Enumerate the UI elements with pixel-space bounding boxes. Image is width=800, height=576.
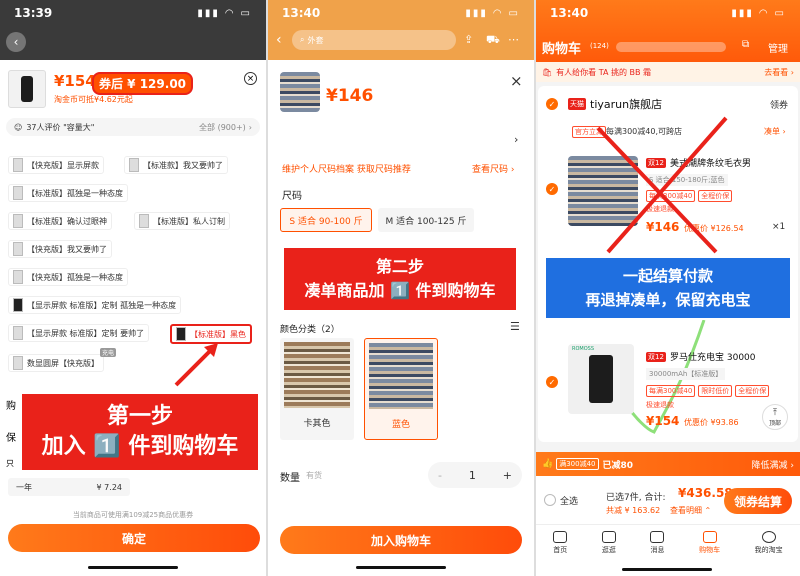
callout-subtitle: 凑单商品加 1️⃣ 件到购物车	[304, 281, 496, 300]
size-chart-link[interactable]: 查看尺码 ›	[472, 162, 514, 175]
chevron-right-icon: ›	[514, 133, 519, 146]
color-option-selected[interactable]: 蓝色	[364, 338, 438, 440]
checkout-button[interactable]: 领券结算	[724, 488, 792, 514]
size-option-selected[interactable]: S 适合 90-100 斤	[280, 208, 372, 232]
item-spec[interactable]: 30000mAh【标准版】	[646, 368, 726, 380]
callout-title: 第一步	[106, 404, 173, 429]
select-all-label[interactable]: 全选	[560, 494, 578, 507]
quantity-label: 数量	[280, 473, 300, 484]
thumb-up-icon: 👍	[542, 459, 554, 469]
size-label: 尺码	[282, 191, 302, 202]
saved-detail-link[interactable]: 查看明细 ⌃	[670, 505, 711, 516]
item-promo-tag: 全程价保	[735, 385, 770, 397]
item-tag: 双12	[646, 352, 666, 362]
back-to-top-label: 顶部	[768, 419, 781, 427]
price: ¥146	[326, 86, 374, 106]
size-option[interactable]: M 适合 100-125 斤	[378, 208, 474, 232]
item-extra: 极速退款	[646, 401, 674, 409]
add-to-cart-button[interactable]: 加入购物车	[280, 526, 522, 554]
item-title[interactable]: 罗马仕充电宝 30000	[670, 350, 756, 363]
item-discount-price: 优惠价 ¥93.86	[684, 418, 739, 427]
item-promo-tag: 每满300减40	[646, 385, 696, 397]
item-check-icon[interactable]: ✓	[546, 376, 558, 388]
home-indicator	[356, 566, 446, 569]
selected-summary: 已选7件, 合计:	[606, 493, 666, 503]
more-icon[interactable]: ⋯	[508, 33, 519, 46]
share-icon[interactable]: ⇪	[464, 33, 473, 46]
home-indicator	[622, 568, 712, 571]
quantity-plus-button[interactable]: +	[503, 469, 512, 482]
product-thumbnail	[280, 72, 320, 112]
callout-title: 一起结算付款	[622, 267, 713, 285]
quantity-minus-button[interactable]: -	[438, 469, 442, 482]
color-option[interactable]: 卡其色	[280, 338, 354, 440]
callout-subtitle: 再退掉凑单，保留充电宝	[585, 291, 751, 309]
discount-text: 已减80	[602, 460, 634, 471]
sheet	[268, 62, 534, 576]
quantity-value: 1	[468, 468, 476, 482]
search-placeholder: 外套	[307, 35, 324, 45]
discount-tag: 满300减40	[556, 458, 599, 470]
service-label: 一年	[16, 482, 32, 492]
brand-label: ROMOSS	[572, 346, 595, 352]
browse-icon	[601, 531, 616, 543]
discount-link: 降低满减 ›	[751, 460, 794, 471]
close-icon[interactable]: ×	[510, 72, 523, 90]
panel-step-two: 13:40 ▮▮▮ ◠ ▭ ‹ ⌕ 外套 ⇪ ⛟ ⋯ ¥146 × › 维护个人…	[268, 0, 534, 576]
color-option-image	[369, 343, 433, 409]
home-indicator	[88, 566, 178, 569]
color-option-image	[284, 342, 350, 408]
signal-icon: ▮▮▮ ◠ ▭	[465, 7, 520, 19]
panel-step-one: 13:39 ▮▮▮ ◠ ▭ ‹ ¥154 券后 ¥ 129.00 × 淘金币可抵…	[0, 0, 266, 576]
back-icon[interactable]: ‹	[276, 32, 282, 48]
profile-icon	[761, 531, 776, 543]
discount-bar[interactable]: 👍 满300减40 已减80 降低满减 ›	[536, 452, 800, 476]
list-view-icon[interactable]: ☰	[510, 320, 520, 333]
callout-subtitle: 加入 1️⃣ 件到购物车	[41, 434, 239, 459]
message-icon	[650, 531, 665, 543]
nav-item-profile[interactable]: 我的淘宝	[755, 531, 783, 576]
coupon-note: 当前商品可使用满109减25商品优惠券	[72, 511, 194, 519]
item-image	[568, 344, 634, 414]
item-price: ¥154	[646, 414, 680, 428]
item-promo-tag: 限时低价	[698, 385, 733, 397]
cart-icon[interactable]: ⛟	[486, 33, 500, 48]
color-option-label: 蓝色	[391, 420, 410, 430]
step-one-callout: 第一步 加入 1️⃣ 件到购物车	[20, 392, 260, 472]
status-bar: 13:40 ▮▮▮ ◠ ▭	[268, 0, 534, 26]
color-label: 颜色分类（2）	[280, 325, 340, 335]
cart-icon	[702, 531, 717, 543]
confirm-button[interactable]: 确定	[8, 524, 260, 552]
saved-amount: 共减 ¥ 163.62	[606, 506, 661, 515]
callout-title: 第二步	[375, 257, 424, 276]
service-option[interactable]: 一年 ¥ 7.24	[8, 478, 130, 496]
back-to-top-button[interactable]: ⤒ 顶部	[762, 404, 788, 430]
stock-label: 有货	[306, 471, 322, 480]
size-tip: 维护个人尺码档案 获取尺码推荐	[282, 165, 411, 175]
search-input[interactable]: ⌕ 外套	[292, 30, 456, 50]
nav-item-browse[interactable]: 逛逛	[601, 531, 616, 576]
panel-step-three: 13:40 ▮▮▮ ◠ ▭ 购物车 (124) ⧉ 管理 🛍 有人给你看 TA …	[536, 0, 800, 576]
service-price: ¥ 7.24	[96, 482, 122, 492]
step-two-callout: 第二步 凑单商品加 1️⃣ 件到购物车	[284, 248, 516, 310]
item-tags: 每满300减40 限时低价 全程价保	[646, 385, 770, 397]
select-all-checkbox[interactable]	[544, 494, 556, 506]
nav-item-home[interactable]: 首页	[553, 531, 568, 576]
status-time: 13:40	[282, 6, 321, 20]
color-option-label: 卡其色	[303, 419, 331, 429]
step-three-callout: 一起结算付款 再退掉凑单，保留充电宝	[544, 256, 792, 320]
home-icon	[553, 531, 568, 543]
search-icon: ⌕	[300, 35, 305, 44]
arrow-up-icon: ⤒	[773, 407, 777, 418]
quantity-stepper[interactable]: - 1 +	[428, 462, 522, 488]
